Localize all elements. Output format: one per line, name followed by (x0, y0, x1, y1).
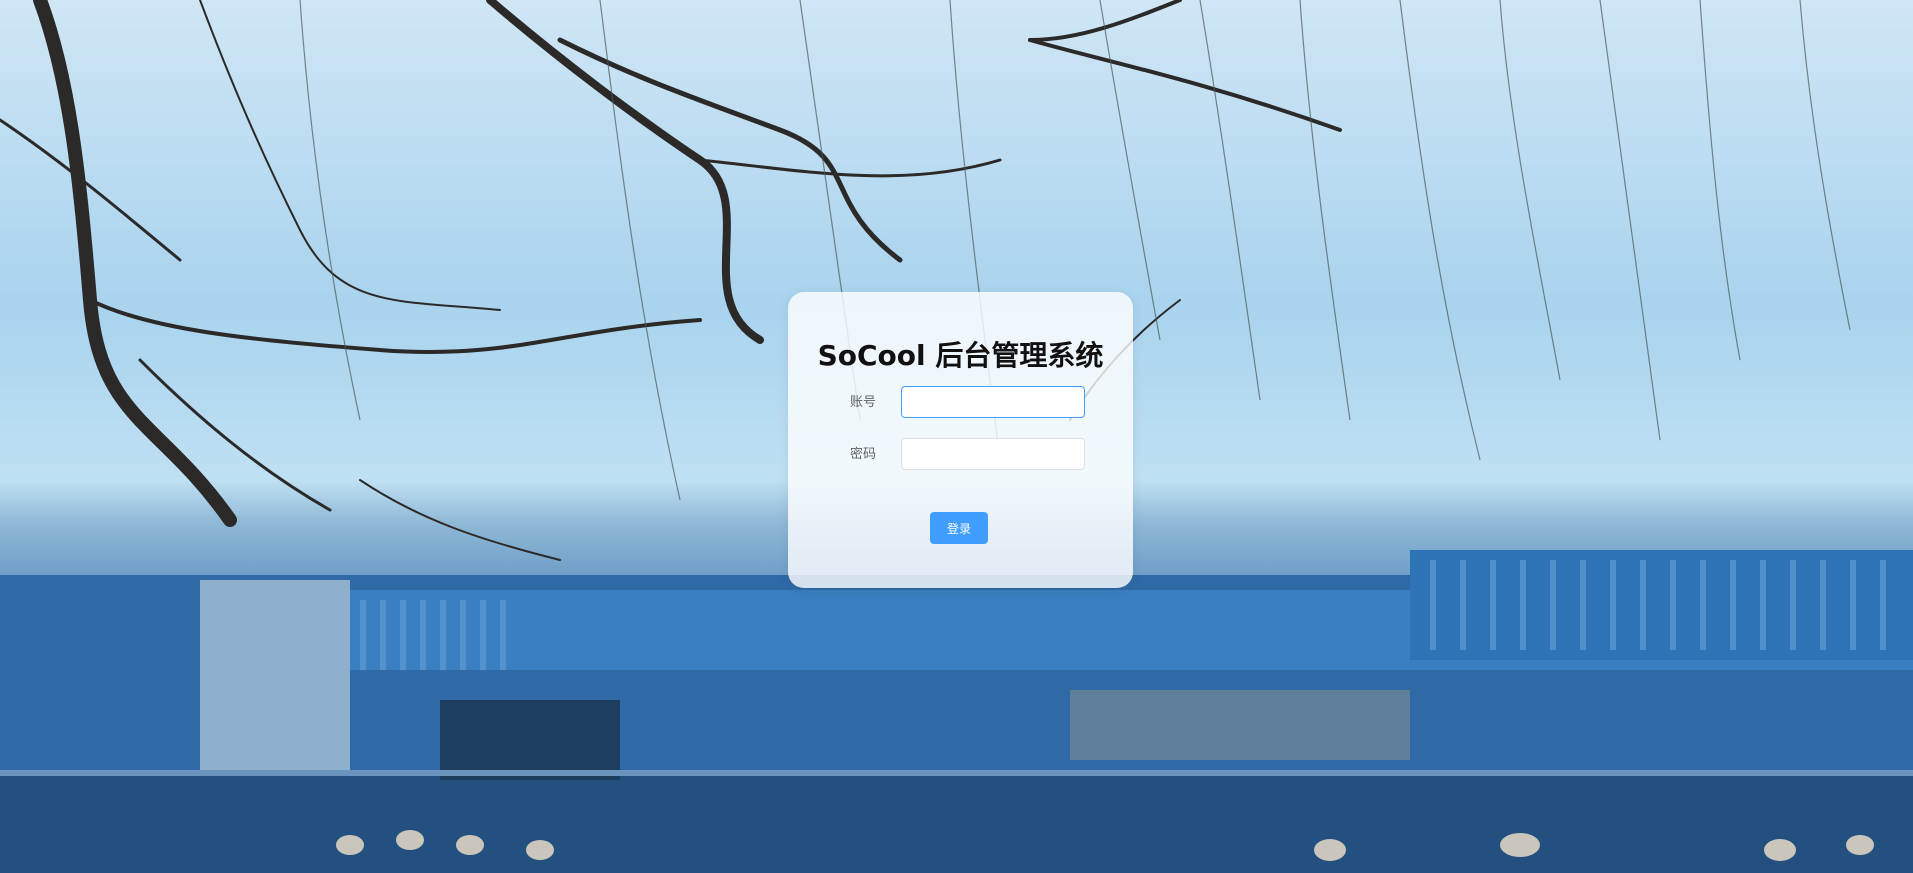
login-button[interactable]: 登录 (930, 512, 988, 544)
account-input[interactable] (901, 386, 1085, 418)
tree-branches-illustration (0, 0, 1342, 561)
password-row: 密码 (788, 438, 1133, 472)
login-card: SoCool 后台管理系统 账号 密码 登录 (788, 292, 1133, 588)
account-row: 账号 (788, 386, 1133, 420)
account-label: 账号 (850, 395, 877, 410)
building-illustration (0, 550, 1913, 873)
login-page: SoCool 后台管理系统 账号 密码 登录 (0, 0, 1913, 873)
password-input[interactable] (901, 438, 1085, 470)
password-label: 密码 (850, 447, 877, 462)
page-title: SoCool 后台管理系统 (817, 339, 1104, 372)
